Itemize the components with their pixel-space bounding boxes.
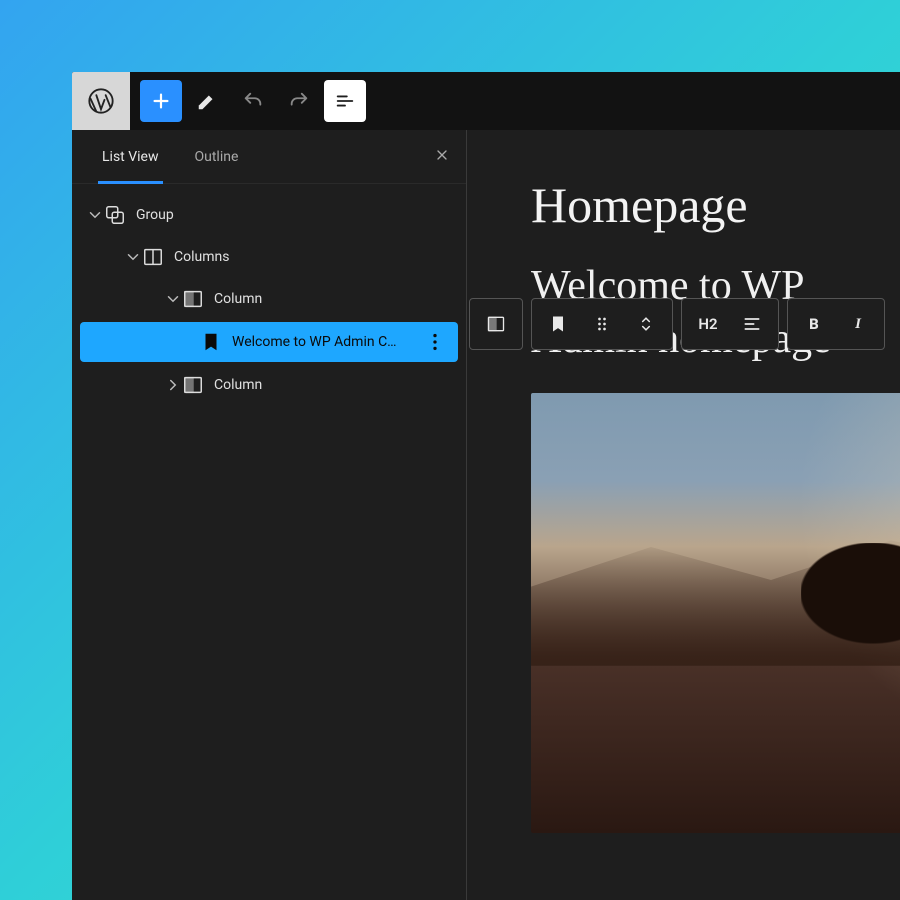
tree-row-group[interactable]: Group [72,194,466,236]
align-button[interactable] [732,304,772,344]
undo-button[interactable] [232,80,274,122]
columns-icon [142,246,164,268]
heading-format-group: H2 [681,298,779,350]
tree-label: Welcome to WP Admin C… [232,334,424,350]
chevron-down-icon [164,290,182,308]
wordpress-logo[interactable] [72,72,130,130]
close-panel-button[interactable] [434,147,450,167]
tree-label: Column [214,291,454,307]
chevron-down-icon [86,206,104,224]
move-up-down[interactable] [626,304,666,344]
italic-button[interactable]: I [838,304,878,344]
column-icon [182,288,204,310]
list-view-panel: List View Outline Group [72,130,467,900]
block-toolbar: H2 B I [469,298,885,350]
tree-row-column[interactable]: Column [72,278,466,320]
image-content [801,543,900,710]
chevron-down-icon [124,248,142,266]
edit-button[interactable] [186,80,228,122]
tree-label: Columns [174,249,454,265]
block-type-button[interactable] [476,304,516,344]
tree-row-column[interactable]: Column [72,364,466,406]
editor-body: List View Outline Group [72,130,900,900]
drag-handle[interactable] [582,304,622,344]
block-tree: Group Columns [72,184,466,416]
chevron-right-icon [164,376,182,394]
bookmark-icon [200,331,222,353]
tree-label: Column [214,377,454,393]
text-format-group: B I [787,298,885,350]
column-icon [182,374,204,396]
panel-tabs: List View Outline [72,130,466,184]
more-options-button[interactable] [424,331,446,353]
heading-level-selector[interactable]: H2 [688,304,728,344]
toolbar-actions [130,80,366,122]
tab-list-view[interactable]: List View [84,130,177,183]
tab-outline[interactable]: Outline [177,130,257,183]
wordpress-editor: List View Outline Group [72,72,900,900]
list-view-toggle[interactable] [324,80,366,122]
editor-canvas[interactable]: Homepage [467,130,900,900]
select-parent-button[interactable] [538,304,578,344]
page-title[interactable]: Homepage [531,176,900,234]
image-block[interactable] [531,393,900,833]
top-toolbar [72,72,900,130]
group-icon [104,204,126,226]
bold-button[interactable]: B [794,304,834,344]
block-type-group [469,298,523,350]
tree-row-heading-selected[interactable]: Welcome to WP Admin C… [80,322,458,362]
block-move-group [531,298,673,350]
add-block-button[interactable] [140,80,182,122]
tree-row-columns[interactable]: Columns [72,236,466,278]
redo-button[interactable] [278,80,320,122]
tree-label: Group [136,207,454,223]
